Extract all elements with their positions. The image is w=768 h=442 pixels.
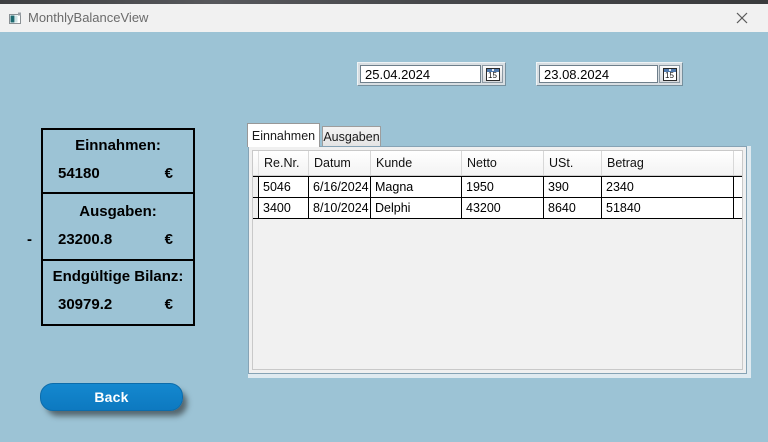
cell-renr[interactable]: 3400 xyxy=(259,198,309,218)
date-to-calendar-button[interactable]: 15 xyxy=(659,65,680,83)
date-from-picker: 15 xyxy=(357,62,506,86)
date-from-calendar-button[interactable]: 15 xyxy=(482,65,503,83)
cell-betrag[interactable]: 51840 xyxy=(602,198,734,218)
column-header-ust[interactable]: USt. xyxy=(544,151,602,175)
cell-filler xyxy=(734,177,742,197)
einnahmen-box: Einnahmen: 54180 € xyxy=(41,128,195,194)
date-to-picker: 15 xyxy=(536,62,683,86)
cell-renr[interactable]: 5046 xyxy=(259,177,309,197)
calendar-icon-day: 15 xyxy=(488,70,497,80)
ausgaben-value: 23200.8 xyxy=(58,231,113,248)
cell-ust[interactable]: 390 xyxy=(544,177,602,197)
cell-betrag[interactable]: 2340 xyxy=(602,177,734,197)
column-header-filler xyxy=(734,151,742,175)
table-row[interactable]: 5046 6/16/2024 Magna 1950 390 2340 xyxy=(253,177,742,198)
calendar-icon-day: 15 xyxy=(665,70,674,80)
window-title: MonthlyBalanceView xyxy=(28,10,149,25)
cell-kunde[interactable]: Magna xyxy=(371,177,462,197)
column-header-kunde[interactable]: Kunde xyxy=(371,151,462,175)
cell-datum[interactable]: 6/16/2024 xyxy=(309,177,371,197)
cell-ust[interactable]: 8640 xyxy=(544,198,602,218)
calendar-icon-band xyxy=(663,68,676,72)
einnahmen-label: Einnahmen: xyxy=(75,137,161,154)
calendar-icon-band xyxy=(486,68,499,72)
cell-filler xyxy=(734,198,742,218)
column-header-betrag[interactable]: Betrag xyxy=(602,151,734,175)
einnahmen-currency: € xyxy=(164,165,173,182)
data-grid: Re.Nr. Datum Kunde Netto USt. Betrag 504… xyxy=(252,150,743,370)
cell-netto[interactable]: 43200 xyxy=(462,198,544,218)
tab-einnahmen[interactable]: Einnahmen xyxy=(247,123,320,147)
back-button[interactable]: Back xyxy=(40,383,183,411)
column-header-netto[interactable]: Netto xyxy=(462,151,544,175)
summary-panel: Einnahmen: 54180 € Ausgaben: - 23200.8 €… xyxy=(27,128,195,326)
cell-netto[interactable]: 1950 xyxy=(462,177,544,197)
calendar-icon: 15 xyxy=(662,67,677,81)
title-bar: MonthlyBalanceView xyxy=(0,4,768,32)
close-icon xyxy=(736,12,748,24)
bilanz-value: 30979.2 xyxy=(58,296,113,313)
cell-kunde[interactable]: Delphi xyxy=(371,198,462,218)
cell-datum[interactable]: 8/10/2024 xyxy=(309,198,371,218)
ausgaben-box: Ausgaben: - 23200.8 € xyxy=(27,192,195,261)
bilanz-label: Endgültige Bilanz: xyxy=(52,268,184,285)
date-from-input[interactable] xyxy=(360,65,481,83)
app-icon xyxy=(9,12,21,24)
close-button[interactable] xyxy=(728,4,756,32)
grid-header-row: Re.Nr. Datum Kunde Netto USt. Betrag xyxy=(253,151,742,176)
einnahmen-value: 54180 xyxy=(58,165,100,182)
column-header-renr[interactable]: Re.Nr. xyxy=(259,151,309,175)
bilanz-box: Endgültige Bilanz: 30979.2 € xyxy=(41,259,195,326)
column-header-datum[interactable]: Datum xyxy=(309,151,371,175)
tab-ausgaben[interactable]: Ausgaben xyxy=(322,126,381,146)
bilanz-currency: € xyxy=(164,296,173,313)
tab-content-panel: Re.Nr. Datum Kunde Netto USt. Betrag 504… xyxy=(248,146,747,374)
ausgaben-label: Ausgaben: xyxy=(79,203,157,220)
ausgaben-currency: € xyxy=(164,231,173,248)
table-row[interactable]: 3400 8/10/2024 Delphi 43200 8640 51840 xyxy=(253,198,742,219)
ausgaben-sign: - xyxy=(27,231,32,248)
back-button-label: Back xyxy=(94,389,129,405)
calendar-icon: 15 xyxy=(485,67,500,81)
date-to-input[interactable] xyxy=(539,65,658,83)
